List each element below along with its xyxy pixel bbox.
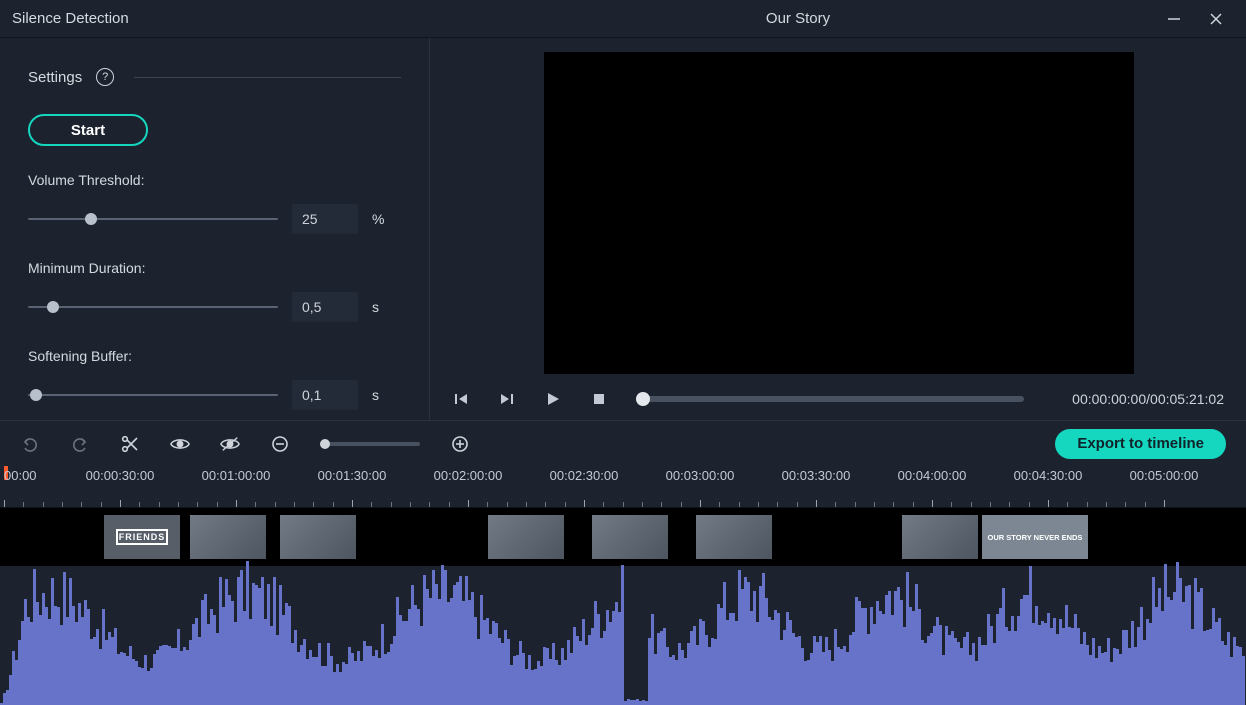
clip-gap: [266, 515, 280, 559]
clip-thumb[interactable]: [280, 515, 356, 559]
minimize-button[interactable]: [1166, 11, 1182, 27]
clip-thumb[interactable]: [592, 515, 668, 559]
ruler-label: 00:04:00:00: [898, 468, 967, 483]
zoom-in-button[interactable]: [450, 434, 470, 454]
clip-thumb[interactable]: OUR STORY NEVER ENDS: [982, 515, 1088, 559]
volume-threshold-slider[interactable]: [28, 210, 278, 228]
clip-thumb[interactable]: [488, 515, 564, 559]
clip-caption: FRIENDS: [116, 529, 168, 545]
project-title: Our Story: [430, 10, 1166, 27]
ruler-label: 00:02:00:00: [434, 468, 503, 483]
minimum-duration-unit: s: [372, 299, 392, 315]
playback-knob[interactable]: [636, 392, 650, 406]
ruler-label: 00:05:00:00: [1130, 468, 1199, 483]
clip-thumb[interactable]: [696, 515, 772, 559]
clip-gap: [180, 515, 190, 559]
scissors-icon[interactable]: [120, 434, 140, 454]
minimum-duration-input[interactable]: [292, 292, 358, 322]
next-frame-button[interactable]: [498, 390, 516, 408]
start-button[interactable]: Start: [28, 114, 148, 146]
clip-caption: OUR STORY NEVER ENDS: [982, 515, 1088, 559]
clip-thumb[interactable]: [190, 515, 266, 559]
softening-buffer-unit: s: [372, 387, 392, 403]
minimum-duration-label: Minimum Duration:: [28, 260, 401, 276]
redo-button[interactable]: [70, 434, 90, 454]
settings-panel: Settings ? Start Volume Threshold: % Min…: [0, 38, 430, 420]
ruler-label: 00:00:30:00: [86, 468, 155, 483]
zoom-slider[interactable]: [320, 442, 420, 446]
volume-threshold-unit: %: [372, 211, 392, 227]
zoom-out-button[interactable]: [270, 434, 290, 454]
timeline-toolbar: Export to timeline: [0, 420, 1246, 466]
ruler-label: 00:01:00:00: [202, 468, 271, 483]
mark-visible-icon[interactable]: [170, 434, 190, 454]
minimum-duration-slider[interactable]: [28, 298, 278, 316]
settings-header-label: Settings: [28, 69, 82, 86]
softening-buffer-label: Softening Buffer:: [28, 348, 401, 364]
close-button[interactable]: [1208, 11, 1224, 27]
play-button[interactable]: [544, 390, 562, 408]
ruler-label: 00:02:30:00: [550, 468, 619, 483]
ruler-label: 00:01:30:00: [318, 468, 387, 483]
stop-button[interactable]: [590, 390, 608, 408]
clip-gap: [772, 515, 902, 559]
clip-lane[interactable]: FRIENDS OUR STORY NEVER ENDS: [0, 508, 1246, 566]
clip-gap: [668, 515, 696, 559]
undo-button[interactable]: [20, 434, 40, 454]
clip-thumb[interactable]: [902, 515, 978, 559]
softening-buffer-input[interactable]: [292, 380, 358, 410]
mark-hidden-icon[interactable]: [220, 434, 240, 454]
waveform-lane[interactable]: [0, 572, 1246, 705]
preview-screen: [544, 52, 1134, 374]
clip-thumb[interactable]: FRIENDS: [104, 515, 180, 559]
ruler-label: 00:00: [4, 468, 37, 483]
preview-panel: 00:00:00:00/00:05:21:02: [430, 38, 1246, 420]
clip-gap: [564, 515, 592, 559]
titlebar: Silence Detection Our Story: [0, 0, 1246, 38]
timeline-ruler[interactable]: 00:00 00:00:30:00 00:01:00:00 00:01:30:00 00…: [0, 466, 1246, 508]
window-mode-title: Silence Detection: [0, 10, 430, 27]
volume-threshold-input[interactable]: [292, 204, 358, 234]
timecode: 00:00:00:00/00:05:21:02: [1072, 391, 1224, 407]
ruler-label: 00:03:00:00: [666, 468, 735, 483]
divider: [134, 77, 401, 78]
clip-gap: [356, 515, 488, 559]
ruler-label: 00:04:30:00: [1014, 468, 1083, 483]
help-icon[interactable]: ?: [96, 68, 114, 86]
prev-frame-button[interactable]: [452, 390, 470, 408]
playback-progress[interactable]: [636, 396, 1024, 402]
volume-threshold-label: Volume Threshold:: [28, 172, 401, 188]
softening-buffer-slider[interactable]: [28, 386, 278, 404]
export-to-timeline-button[interactable]: Export to timeline: [1055, 429, 1226, 459]
ruler-label: 00:03:30:00: [782, 468, 851, 483]
